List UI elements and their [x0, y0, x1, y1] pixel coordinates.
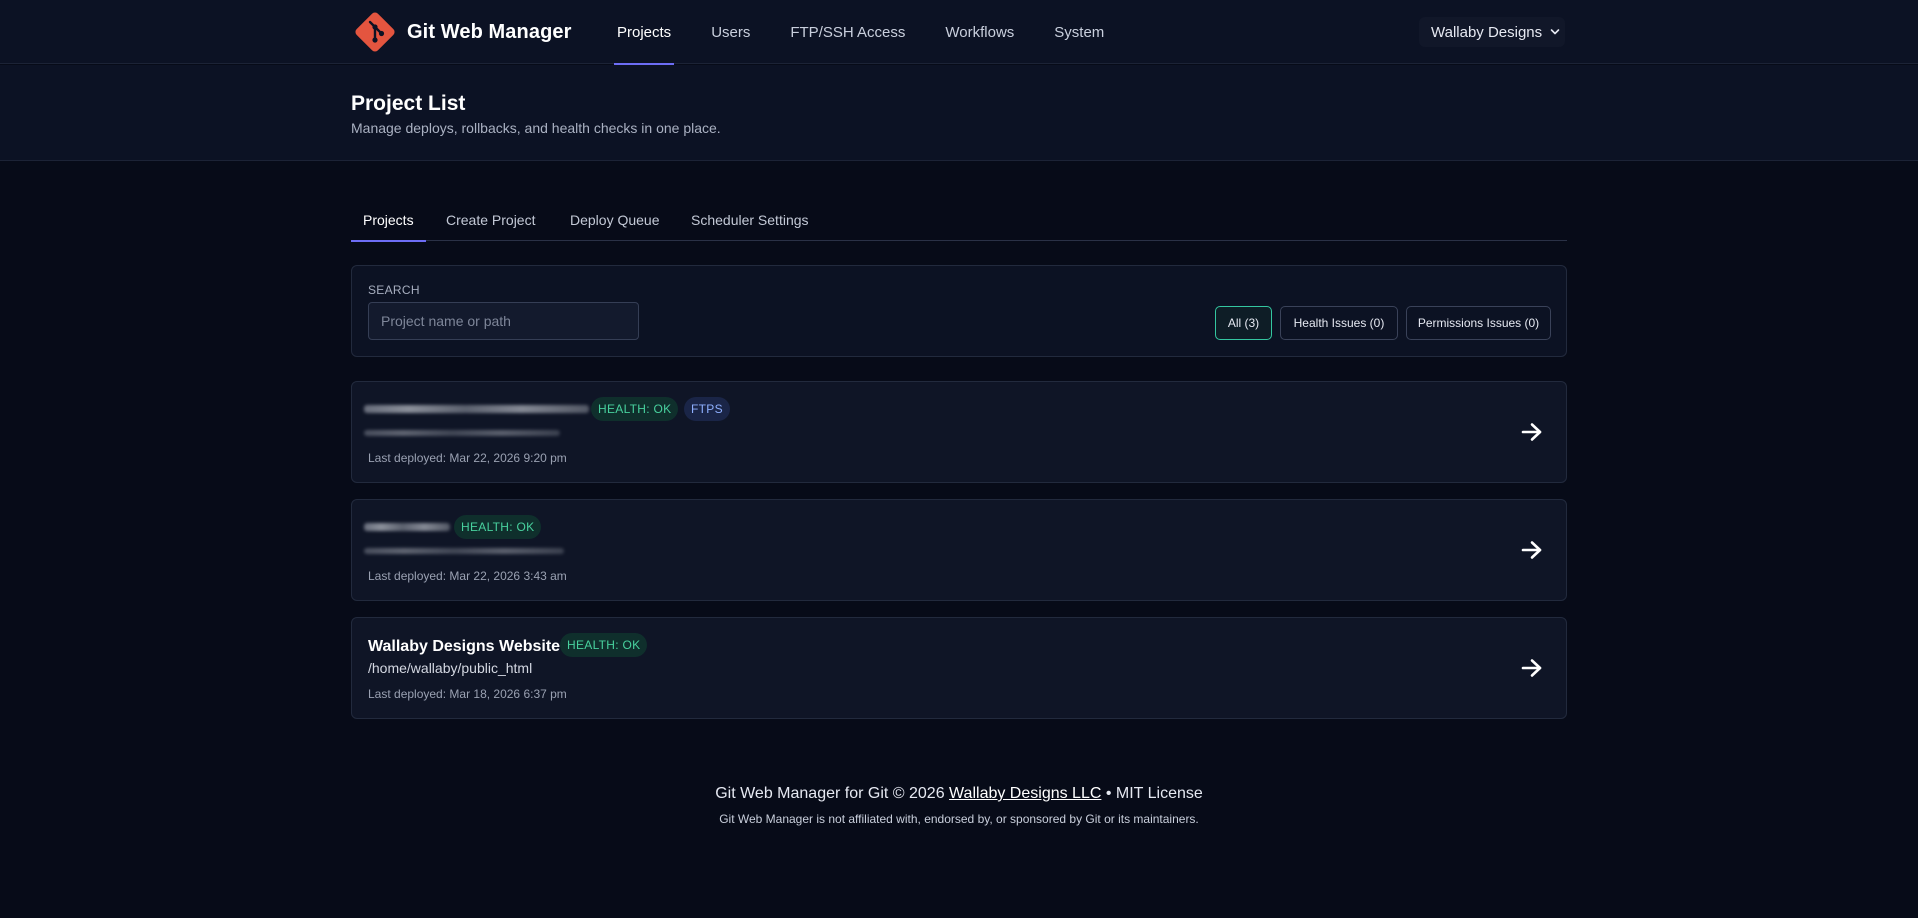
account-dropdown[interactable]: Wallaby Designs	[1419, 17, 1565, 47]
project-card[interactable]: HEALTH: OK FTPS Last deployed: Mar 22, 2…	[351, 381, 1567, 483]
search-label: SEARCH	[368, 283, 420, 297]
protocol-badge: FTPS	[684, 397, 730, 421]
health-badge: HEALTH: OK	[591, 397, 679, 421]
filter-permissions-issues-button[interactable]: Permissions Issues (0)	[1406, 306, 1551, 340]
project-path: /home/wallaby/public_html	[368, 660, 533, 676]
page-title: Project List	[351, 92, 466, 115]
health-badge: HEALTH: OK	[454, 515, 542, 539]
footer-company-link[interactable]: Wallaby Designs LLC	[949, 785, 1101, 802]
page-header: Project List Manage deploys, rollbacks, …	[0, 65, 1918, 161]
health-badge: HEALTH: OK	[560, 633, 648, 657]
main-nav: Projects Users FTP/SSH Access Workflows …	[614, 0, 1141, 65]
project-name-redacted	[364, 523, 450, 531]
account-name: Wallaby Designs	[1431, 23, 1543, 41]
brand[interactable]: Git Web Manager	[350, 8, 572, 56]
tab-scheduler-settings[interactable]: Scheduler Settings	[691, 205, 809, 241]
project-path-redacted	[364, 430, 560, 436]
footer-license: • MIT License	[1105, 785, 1203, 802]
project-name-redacted	[364, 405, 589, 413]
nav-users[interactable]: Users	[708, 0, 753, 64]
last-deployed: Last deployed: Mar 22, 2026 3:43 am	[368, 569, 567, 583]
last-deployed: Last deployed: Mar 18, 2026 6:37 pm	[368, 687, 567, 701]
arrow-right-icon[interactable]	[1521, 422, 1543, 442]
nav-workflows[interactable]: Workflows	[942, 0, 1017, 64]
footer-disclaimer: Git Web Manager is not affiliated with, …	[719, 812, 1199, 826]
filter-all-button[interactable]: All (3)	[1215, 306, 1272, 340]
footer-prefix: Git Web Manager for Git © 2026	[715, 785, 945, 802]
project-tabs: Projects Create Project Deploy Queue Sch…	[351, 205, 1567, 242]
footer-credit: Git Web Manager for Git © 2026 Wallaby D…	[0, 785, 1918, 803]
filter-health-issues-button[interactable]: Health Issues (0)	[1280, 306, 1398, 340]
page-subtitle: Manage deploys, rollbacks, and health ch…	[351, 120, 721, 136]
project-path-redacted	[364, 548, 564, 554]
nav-system[interactable]: System	[1051, 0, 1107, 64]
nav-projects[interactable]: Projects	[614, 0, 675, 65]
search-input[interactable]	[368, 302, 639, 340]
git-logo-icon	[350, 7, 400, 57]
project-card[interactable]: HEALTH: OK Last deployed: Mar 22, 2026 3…	[351, 499, 1567, 601]
tab-projects[interactable]: Projects	[351, 205, 426, 242]
chevron-down-icon	[1550, 29, 1560, 35]
last-deployed: Last deployed: Mar 22, 2026 9:20 pm	[368, 451, 567, 465]
tab-deploy-queue[interactable]: Deploy Queue	[570, 205, 660, 241]
search-panel: SEARCH All (3) Health Issues (0) Permiss…	[351, 265, 1567, 357]
project-name[interactable]: Wallaby Designs Website	[368, 638, 560, 656]
top-navbar: Git Web Manager Projects Users FTP/SSH A…	[0, 0, 1918, 65]
arrow-right-icon[interactable]	[1521, 658, 1543, 678]
project-card[interactable]: Wallaby Designs Website HEALTH: OK /home…	[351, 617, 1567, 719]
tab-create-project[interactable]: Create Project	[446, 205, 535, 241]
nav-ftp-ssh-access[interactable]: FTP/SSH Access	[787, 0, 908, 64]
app-name: Git Web Manager	[407, 20, 572, 43]
arrow-right-icon[interactable]	[1521, 540, 1543, 560]
